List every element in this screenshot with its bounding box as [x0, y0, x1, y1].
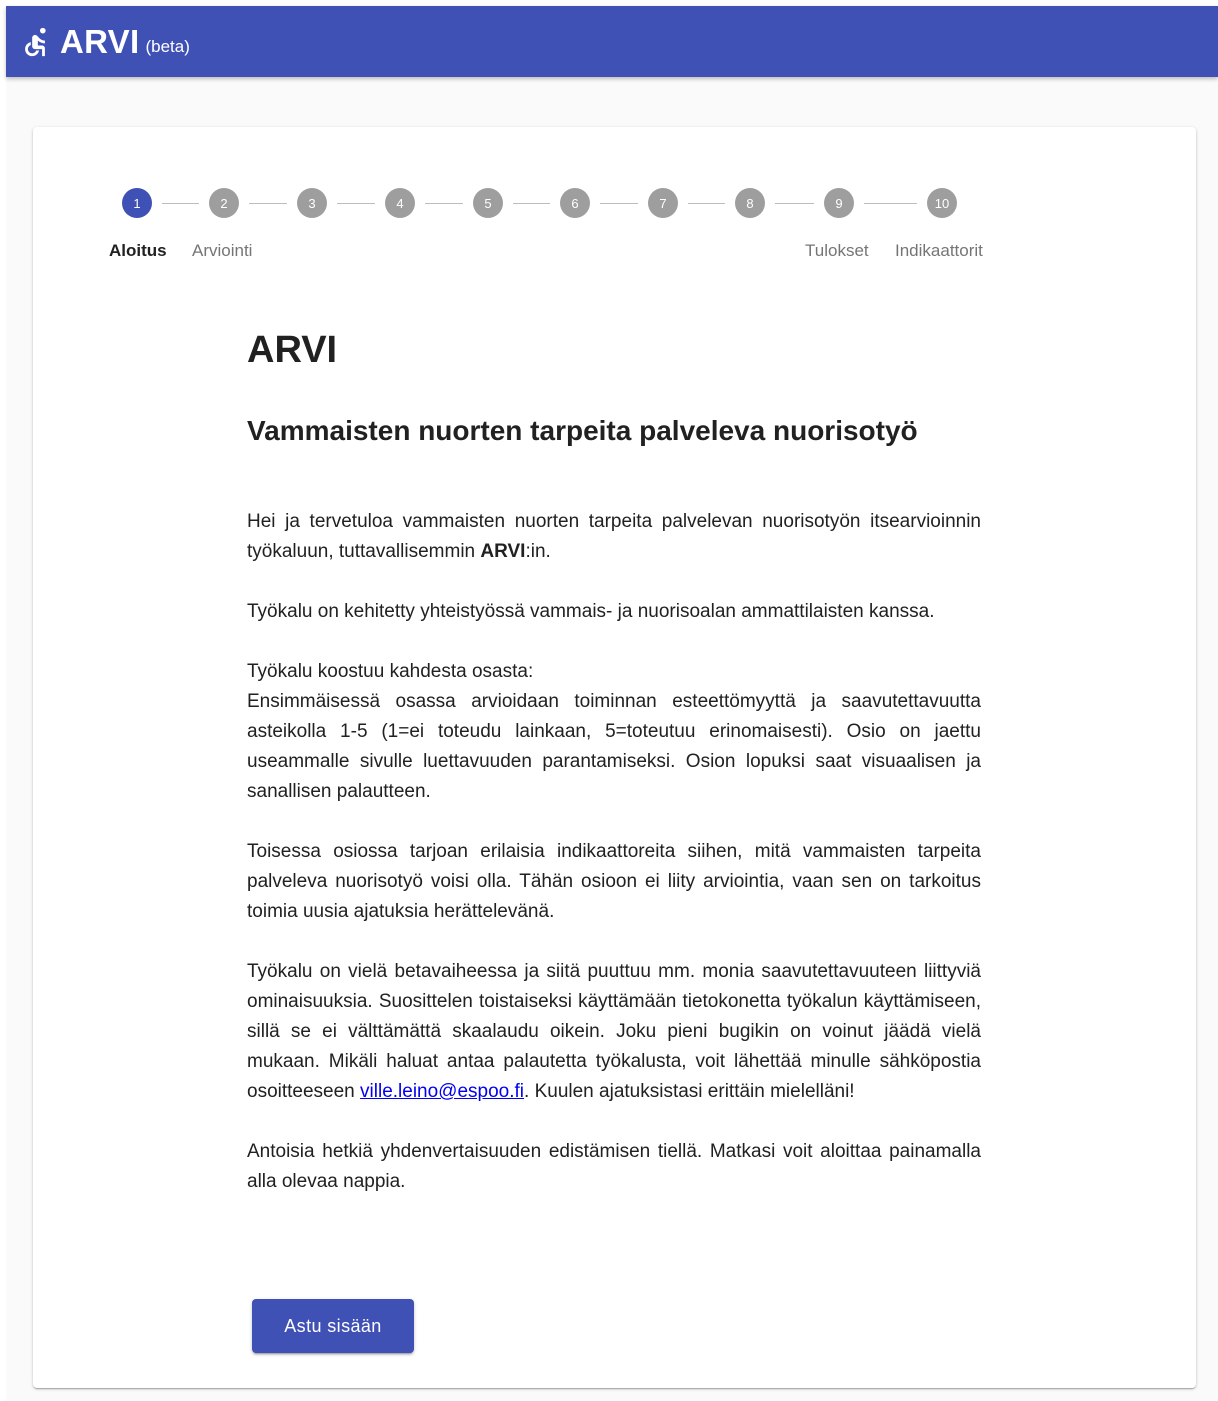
intro-paragraph-1: Hei ja tervetuloa vammaisten nuorten tar… [247, 507, 981, 567]
beta-label: (beta) [145, 36, 190, 56]
page-title: ARVI [247, 329, 338, 371]
step-6[interactable]: 6 [560, 188, 590, 218]
step-4[interactable]: 4 [385, 188, 415, 218]
page-subtitle: Vammaisten nuorten tarpeita palveleva nu… [247, 415, 918, 446]
step-label-indikaattorit: Indikaattorit [895, 241, 983, 260]
app-bar: ARVI (beta) [6, 6, 1218, 77]
arvi-bold: ARVI [480, 541, 526, 562]
intro-paragraph-3: Työkalu koostuu kahdesta osasta: Ensimmä… [247, 657, 981, 807]
step-connector [600, 203, 638, 204]
step-3[interactable]: 3 [297, 188, 327, 218]
step-connector [162, 203, 199, 204]
step-2[interactable]: 2 [209, 188, 239, 218]
step-7[interactable]: 7 [648, 188, 678, 218]
step-label-arviointi: Arviointi [192, 241, 253, 260]
step-connector [688, 203, 725, 204]
paragraph-text: . Kuulen ajatuksistasi erittäin mielellä… [524, 1081, 855, 1102]
intro-paragraph-5: Työkalu on vielä betavaiheessa ja siitä … [247, 957, 981, 1107]
step-connector [425, 203, 463, 204]
step-connector [513, 203, 550, 204]
step-connector [775, 203, 814, 204]
paragraph-heading-line: Työkalu koostuu kahdesta osasta: [247, 661, 534, 682]
step-connector [337, 203, 375, 204]
app-frame: ARVI (beta) 1 2 3 4 5 6 7 8 9 10 Aloitus… [6, 6, 1218, 1401]
intro-text: :in. [525, 541, 551, 562]
enter-button[interactable]: Astu sisään [252, 1299, 414, 1353]
intro-paragraph-6: Antoisia hetkiä yhdenvertaisuuden edistä… [247, 1141, 981, 1192]
step-8[interactable]: 8 [735, 188, 765, 218]
app-title: ARVI [60, 22, 140, 60]
paragraph-text: Ensimmäisessä osassa arvioidaan toiminna… [247, 691, 981, 802]
intro-paragraph-4: Toisessa osiossa tarjoan erilaisia indik… [247, 841, 981, 922]
step-10[interactable]: 10 [927, 188, 957, 218]
intro-content: ARVI Vammaisten nuorten tarpeita palvele… [247, 327, 981, 1197]
stepper: 1 2 3 4 5 6 7 8 9 10 Aloitus Arviointi T… [33, 127, 1196, 287]
step-9[interactable]: 9 [824, 188, 854, 218]
email-link[interactable]: ville.leino@espoo.fi [360, 1081, 524, 1102]
step-5[interactable]: 5 [473, 188, 503, 218]
logo: ARVI (beta) [18, 23, 190, 61]
intro-text: Hei ja tervetuloa vammaisten nuorten tar… [247, 511, 981, 562]
step-connector [864, 203, 917, 204]
accessibility-icon [18, 25, 52, 59]
intro-paragraph-2: Työkalu on kehitetty yhteistyössä vammai… [247, 601, 935, 622]
main-card: 1 2 3 4 5 6 7 8 9 10 Aloitus Arviointi T… [33, 127, 1196, 1388]
step-label-tulokset: Tulokset [805, 241, 869, 260]
step-connector [249, 203, 287, 204]
step-1[interactable]: 1 [122, 188, 152, 218]
step-label-aloitus: Aloitus [109, 241, 167, 260]
